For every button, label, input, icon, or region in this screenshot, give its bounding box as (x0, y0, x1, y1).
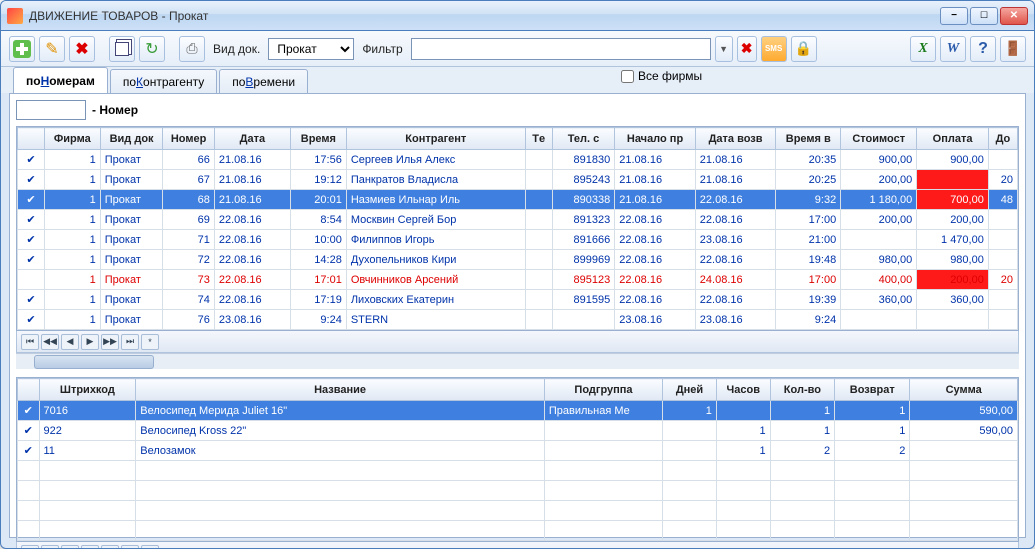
pencil-icon: ✎ (45, 39, 58, 59)
column-header[interactable]: Оплата (917, 128, 989, 150)
column-header[interactable]: Вид док (100, 128, 163, 150)
column-header[interactable]: Дата возв (695, 128, 776, 150)
copy-button[interactable] (109, 36, 135, 62)
column-header[interactable]: Дата (214, 128, 290, 150)
nav2-prevpage[interactable]: ◀◀ (41, 545, 59, 549)
tab-by-contragent[interactable]: по Контрагенту (110, 69, 217, 93)
table-row[interactable]: ✔1Прокат6721.08.1619:12Панкратов Владисл… (18, 170, 1018, 190)
filter-input[interactable] (411, 38, 711, 60)
table-row[interactable]: ✔1Прокат6821.08.1620:01Назмиев Ильнар Ил… (18, 190, 1018, 210)
window-title: ДВИЖЕНИЕ ТОВАРОВ - Прокат (29, 9, 940, 23)
nav2-nextpage[interactable]: ▶▶ (101, 545, 119, 549)
column-header[interactable]: Тел. с (552, 128, 615, 150)
chevron-down-icon: ▼ (719, 44, 728, 54)
doctype-select[interactable]: Прокат (268, 38, 354, 60)
column-header[interactable]: Время (290, 128, 346, 150)
lock-icon: 🔒 (795, 40, 812, 57)
grid1-hscrollbar[interactable] (16, 353, 1019, 369)
plus-icon (13, 40, 31, 58)
nav2-extra[interactable]: * (141, 545, 159, 549)
export-excel-button[interactable]: X (910, 36, 936, 62)
number-filter-input[interactable] (16, 100, 86, 120)
table-row[interactable]: ✔7016Велосипед Мерида Juliet 16"Правильн… (18, 401, 1018, 421)
column-header[interactable] (18, 128, 45, 150)
all-firms-checkbox[interactable] (621, 70, 634, 83)
nav-prev[interactable]: ◀ (61, 334, 79, 350)
column-header[interactable]: Дней (663, 379, 717, 401)
exit-icon: 🚪 (1004, 40, 1021, 57)
column-header[interactable]: Часов (716, 379, 770, 401)
table-row[interactable]: ✔1Прокат7122.08.1610:00Филиппов Игорь891… (18, 230, 1018, 250)
table-row[interactable]: ✔1Прокат7623.08.169:24STERN23.08.1623.08… (18, 310, 1018, 330)
tab-by-numbers[interactable]: по Номерам (13, 67, 108, 93)
nav2-first[interactable]: ⏮ (21, 545, 39, 549)
column-header[interactable] (18, 379, 40, 401)
documents-grid[interactable]: ФирмаВид докНомерДатаВремяКонтрагентТeТе… (16, 126, 1019, 331)
column-header[interactable]: До (988, 128, 1017, 150)
table-row[interactable]: ✔1Прокат7422.08.1617:19Лиховских Екатери… (18, 290, 1018, 310)
tabs: по Номерам по Контрагенту по Времени (1, 67, 1034, 93)
minimize-button[interactable] (940, 7, 968, 25)
app-icon (7, 8, 23, 24)
column-header[interactable]: Подгруппа (544, 379, 662, 401)
table-row[interactable]: ✔1Прокат6621.08.1617:56Сергеев Илья Алек… (18, 150, 1018, 170)
table-row[interactable]: ✔1Прокат7222.08.1614:28Духопельников Кир… (18, 250, 1018, 270)
column-header[interactable]: Фирма (44, 128, 100, 150)
grid1-navigator: ⏮ ◀◀ ◀ ▶ ▶▶ ⏭ * (16, 331, 1019, 353)
lock-button[interactable]: 🔒 (791, 36, 817, 62)
refresh-icon: ↻ (145, 39, 158, 59)
table-row[interactable]: ✔922Велосипед Kross 22"111590,00 (18, 421, 1018, 441)
close-button[interactable] (1000, 7, 1028, 25)
column-header[interactable]: Номер (163, 128, 214, 150)
nav-extra[interactable]: * (141, 334, 159, 350)
column-header[interactable]: Время в (776, 128, 841, 150)
column-header[interactable]: Штрихкод (39, 379, 136, 401)
table-row[interactable]: 1Прокат7322.08.1617:01Овчинников Арсений… (18, 270, 1018, 290)
print-button[interactable]: ⎙ (179, 36, 205, 62)
column-header[interactable]: Контрагент (346, 128, 525, 150)
doctype-label: Вид док. (213, 42, 260, 56)
column-header[interactable]: Возврат (835, 379, 910, 401)
column-header[interactable]: Стоимост (841, 128, 917, 150)
nav-first[interactable]: ⏮ (21, 334, 39, 350)
maximize-button[interactable] (970, 7, 998, 25)
exit-button[interactable]: 🚪 (1000, 36, 1026, 62)
refresh-button[interactable]: ↻ (139, 36, 165, 62)
column-header[interactable]: Тe (525, 128, 552, 150)
nav2-last[interactable]: ⏭ (121, 545, 139, 549)
content-panel: - Номер ФирмаВид докНомерДатаВремяКонтра… (9, 93, 1026, 538)
nav-next[interactable]: ▶ (81, 334, 99, 350)
column-header[interactable]: Сумма (910, 379, 1018, 401)
clear-filter-button[interactable]: ✖ (737, 36, 757, 62)
copy-icon (115, 42, 129, 56)
table-row[interactable]: ✔11Велозамок122 (18, 441, 1018, 461)
help-button[interactable]: ? (970, 36, 996, 62)
nav2-next[interactable]: ▶ (81, 545, 99, 549)
titlebar[interactable]: ДВИЖЕНИЕ ТОВАРОВ - Прокат (1, 1, 1034, 31)
delete-icon: ✖ (75, 39, 88, 59)
column-header[interactable]: Кол-во (770, 379, 835, 401)
toolbar: ✎ ✖ ↻ ⎙ Вид док. Прокат Фильтр ▼ ✖ SMS 🔒… (1, 31, 1034, 67)
nav-prevpage[interactable]: ◀◀ (41, 334, 59, 350)
grid2-navigator: ⏮ ◀◀ ◀ ▶ ▶▶ ⏭ * (16, 542, 1019, 549)
nav2-prev[interactable]: ◀ (61, 545, 79, 549)
filter-dropdown-button[interactable]: ▼ (715, 36, 733, 62)
export-word-button[interactable]: W (940, 36, 966, 62)
filter-label: Фильтр (362, 42, 402, 56)
tab-by-time[interactable]: по Времени (219, 69, 308, 93)
table-row[interactable]: ✔1Прокат6922.08.168:54Москвин Сергей Бор… (18, 210, 1018, 230)
number-filter-label: - Номер (92, 103, 138, 117)
nav-last[interactable]: ⏭ (121, 334, 139, 350)
print-icon: ⎙ (186, 40, 197, 57)
column-header[interactable]: Начало пр (615, 128, 696, 150)
delete-button[interactable]: ✖ (69, 36, 95, 62)
nav-nextpage[interactable]: ▶▶ (101, 334, 119, 350)
items-grid[interactable]: ШтрихкодНазваниеПодгруппаДнейЧасовКол-во… (16, 377, 1019, 542)
all-firms-label: Все фирмы (638, 69, 702, 83)
add-button[interactable] (9, 36, 35, 62)
sms-button[interactable]: SMS (761, 36, 787, 62)
column-header[interactable]: Название (136, 379, 545, 401)
edit-button[interactable]: ✎ (39, 36, 65, 62)
app-window: ДВИЖЕНИЕ ТОВАРОВ - Прокат ✎ ✖ ↻ ⎙ Вид до… (0, 0, 1035, 549)
